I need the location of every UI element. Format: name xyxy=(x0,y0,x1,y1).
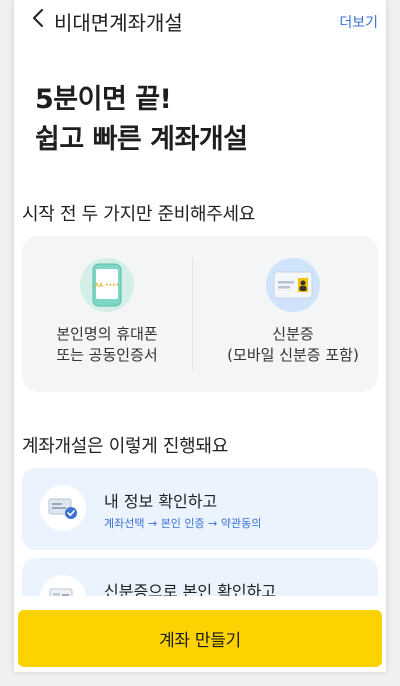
prep-label-phone: 본인명의 휴대폰 또는 공동인증서 xyxy=(22,324,192,366)
prep-label-phone-line1: 본인명의 휴대폰 xyxy=(56,325,158,343)
prep-label-id: 신분증 (모바일 신분증 포함) xyxy=(208,324,378,366)
step-1-title: 내 정보 확인하고 xyxy=(104,492,218,511)
chevron-left-icon xyxy=(32,9,44,31)
more-link[interactable]: 더보기 xyxy=(339,12,378,32)
id-card-icon xyxy=(266,258,320,312)
prep-item-phone: AA •••• 본인명의 휴대폰 또는 공동인증서 xyxy=(22,258,192,366)
prep-divider xyxy=(192,258,193,370)
prep-section-title: 시작 전 두 가지만 준비해주세요 xyxy=(22,204,256,225)
phone-screen-text: AA •••• xyxy=(95,282,119,289)
hero-text: 5분이면 끝! 쉽고 빠른 계좌개설 xyxy=(35,80,248,160)
create-account-button[interactable]: 계좌 만들기 xyxy=(18,610,382,667)
profile-check-icon xyxy=(40,485,86,531)
step-1: 내 정보 확인하고 계좌선택 → 본인 인증 → 약관동의 xyxy=(22,468,378,550)
hero-line-1: 5분이면 끝! xyxy=(35,84,172,115)
header: 비대면계좌개설 더보기 xyxy=(14,0,386,42)
prep-label-phone-line2: 또는 공동인증서 xyxy=(56,346,158,364)
prep-box: AA •••• 본인명의 휴대폰 또는 공동인증서 신분증 (모바일 신분증 포… xyxy=(22,236,378,392)
process-section-title: 계좌개설은 이렇게 진행돼요 xyxy=(22,436,228,457)
back-button[interactable] xyxy=(28,8,48,32)
prep-label-id-line2: (모바일 신분증 포함) xyxy=(227,346,359,364)
prep-label-id-line1: 신분증 xyxy=(272,325,314,343)
step-1-subtitle: 계좌선택 → 본인 인증 → 약관동의 xyxy=(104,517,262,530)
hero-line-2: 쉽고 빠른 계좌개설 xyxy=(35,124,248,155)
phone-icon: AA •••• xyxy=(80,258,134,312)
prep-item-id: 신분증 (모바일 신분증 포함) xyxy=(208,258,378,366)
page-title: 비대면계좌개설 xyxy=(54,11,183,35)
account-opening-screen: 비대면계좌개설 더보기 5분이면 끝! 쉽고 빠른 계좌개설 시작 전 두 가지… xyxy=(14,0,386,672)
